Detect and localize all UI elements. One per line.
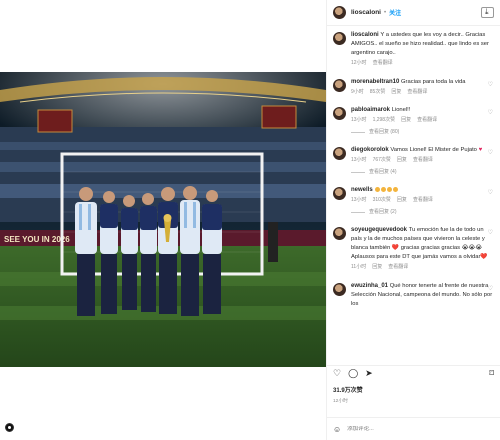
emoji xyxy=(393,186,399,192)
comment-icon[interactable]: ◯ xyxy=(348,369,358,378)
view-replies-button[interactable]: 查看回复 (2) xyxy=(351,209,494,217)
separator-dot: • xyxy=(383,9,387,16)
follow-button[interactable]: 关注 xyxy=(389,8,401,17)
caption-time: 12小时 xyxy=(351,60,367,66)
caption-translate[interactable]: 查看翻译 xyxy=(373,60,393,68)
replies-line xyxy=(351,211,365,213)
comment-like-icon[interactable]: ♡ xyxy=(488,149,493,156)
red-heart-emoji: ♥ xyxy=(478,147,483,153)
commenter-avatar[interactable] xyxy=(333,282,346,296)
comments-panel: lioscaloni • 关注 lioscaloni Y a ustedes q… xyxy=(326,0,500,440)
reply-button[interactable]: 回复 xyxy=(372,264,382,272)
caption: lioscaloni Y a ustedes que les voy a dec… xyxy=(333,31,494,68)
download-icon[interactable] xyxy=(481,7,494,18)
list-item: soyeugequevedook Tu emoción fue la de to… xyxy=(333,226,494,272)
commenter-avatar[interactable] xyxy=(333,107,346,120)
emoji xyxy=(387,186,393,192)
commenter-avatar[interactable] xyxy=(333,187,346,200)
comment-time: 13小时 xyxy=(351,197,367,203)
commenter-avatar[interactable] xyxy=(333,78,346,92)
list-item: pabloaimarok Lionel!! 13小时 1,298次赞 回复 查看… xyxy=(333,106,494,136)
add-comment-bar: ☺ xyxy=(327,417,500,440)
reply-button[interactable]: 回复 xyxy=(401,117,411,125)
action-bar: ♡ ◯ ➤ ⌑ xyxy=(327,365,500,381)
reply-button[interactable]: 回复 xyxy=(397,157,407,165)
list-item: diegokorolok Vamos Lionel! El Mister de … xyxy=(333,146,494,176)
comment-username[interactable]: diegokorolok xyxy=(351,147,389,153)
comment-like-icon[interactable]: ♡ xyxy=(488,229,493,236)
comment-likes[interactable]: 1,298次赞 xyxy=(373,117,396,125)
likes-count[interactable]: 31.9万次赞 xyxy=(333,385,363,394)
translate-button[interactable]: 查看翻译 xyxy=(407,89,427,97)
post-photo[interactable]: SEE YOU IN 2026 xyxy=(0,72,326,367)
emoji-icon[interactable]: ☺ xyxy=(333,425,341,434)
comment-username[interactable]: newells xyxy=(351,187,373,193)
view-replies-button[interactable]: 查看回复 (4) xyxy=(351,169,494,177)
author-avatar[interactable] xyxy=(333,6,346,19)
commenter-avatar[interactable] xyxy=(333,227,346,240)
comment-likes[interactable]: 310次赞 xyxy=(373,197,391,205)
comment-like-icon[interactable]: ♡ xyxy=(488,109,493,116)
media-pane: SEE YOU IN 2026 xyxy=(0,0,326,440)
share-icon[interactable]: ➤ xyxy=(365,369,373,378)
author-username[interactable]: lioscaloni xyxy=(351,9,381,16)
view-replies-button[interactable]: 查看回复 (80) xyxy=(351,129,494,137)
emoji xyxy=(375,186,381,192)
bookmark-icon[interactable]: ⌑ xyxy=(489,369,494,378)
comment-likes[interactable]: 767次赞 xyxy=(373,157,391,165)
comment-likes[interactable]: 85次赞 xyxy=(370,89,386,97)
media-info-icon[interactable] xyxy=(5,423,14,432)
replies-label: 查看回复 (80) xyxy=(369,128,400,135)
caption-username[interactable]: lioscaloni xyxy=(351,32,379,38)
comment-username[interactable]: pabloaimarok xyxy=(351,107,390,113)
comment-like-icon[interactable]: ♡ xyxy=(488,81,493,88)
reply-button[interactable]: 回复 xyxy=(397,197,407,205)
banner-text: SEE YOU IN 2026 xyxy=(4,235,70,244)
comment-time: 11小时 xyxy=(351,264,367,270)
replies-line xyxy=(351,171,365,173)
translate-button[interactable]: 查看翻译 xyxy=(413,157,433,165)
translate-button[interactable]: 查看翻译 xyxy=(413,197,433,205)
comment-input[interactable] xyxy=(347,426,478,432)
comment-username[interactable]: ewuzinha_01 xyxy=(351,283,388,289)
list-item: ewuzinha_01 Qué honor tenerte al frente … xyxy=(333,282,494,309)
list-item: morenabeltran10 Gracias para toda la vid… xyxy=(333,78,494,97)
comment-like-icon[interactable]: ♡ xyxy=(488,285,493,292)
emoji xyxy=(381,186,387,192)
caption-avatar[interactable] xyxy=(333,32,346,45)
comment-like-icon[interactable]: ♡ xyxy=(488,189,493,196)
heart-icon[interactable]: ♡ xyxy=(333,369,341,378)
replies-label: 查看回复 (2) xyxy=(369,208,397,215)
translate-button[interactable]: 查看翻译 xyxy=(388,264,408,272)
comment-time: 9小时 xyxy=(351,88,364,95)
post-header: lioscaloni • 关注 xyxy=(327,0,500,26)
list-item: newells 13小时 310次赞 回复 查看翻译 查看回复 (2) ♡ xyxy=(333,186,494,216)
reply-button[interactable]: 回复 xyxy=(391,89,401,97)
comment-time: 13小时 xyxy=(351,117,367,123)
commenter-avatar[interactable] xyxy=(333,147,346,160)
comment-text: Vamos Lionel! El Mister de Pujato xyxy=(390,147,477,153)
comment-text: Lionel!! xyxy=(391,107,411,113)
replies-line xyxy=(351,131,365,133)
translate-button[interactable]: 查看翻译 xyxy=(417,117,437,125)
comment-list: lioscaloni Y a ustedes que les voy a dec… xyxy=(327,27,500,357)
comment-time: 13小时 xyxy=(351,157,367,163)
comment-text: Gracias para toda la vida xyxy=(401,78,466,85)
stadium-team-photo: SEE YOU IN 2026 xyxy=(0,72,326,367)
posted-time: 12小时 xyxy=(333,399,348,404)
replies-label: 查看回复 (4) xyxy=(369,168,397,175)
comment-username[interactable]: morenabeltran10 xyxy=(351,79,399,85)
comment-username[interactable]: soyeugequevedook xyxy=(351,227,407,233)
